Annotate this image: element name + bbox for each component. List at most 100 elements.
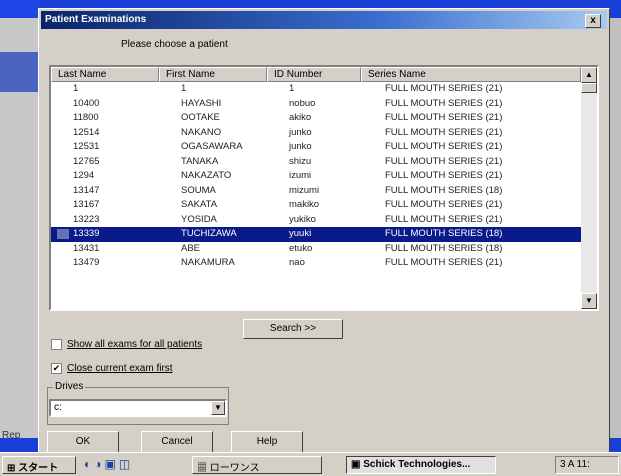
cell-first-name: TUCHIZAWA <box>181 228 237 239</box>
cell-last-name: 1 <box>73 83 79 94</box>
cell-series-name: FULL MOUTH SERIES (21) <box>385 97 503 109</box>
cell-first-name: OGASAWARA <box>181 141 243 152</box>
cell-last-name: 12765 <box>73 155 100 167</box>
show-all-checkbox-box[interactable] <box>51 339 62 350</box>
table-row[interactable]: 12514 NAKANO junko FULL MOUTH SERIES (21) <box>51 126 581 141</box>
windows-logo-icon: ⊞ <box>7 463 16 474</box>
table-row[interactable]: 11800 OOTAKE akiko FULL MOUTH SERIES (21) <box>51 111 581 126</box>
quick-launch-icons[interactable]: ◐◑▣◫ <box>84 457 133 471</box>
table-row[interactable]: 13431 ABE etuko FULL MOUTH SERIES (18) <box>51 242 581 257</box>
table-row[interactable]: 12765 TANAKA shizu FULL MOUTH SERIES (21) <box>51 155 581 170</box>
background-label: Rep <box>2 430 21 441</box>
list-rows: 1 1 1 FULL MOUTH SERIES (21) 10400 HAYASHI nob… <box>51 82 581 271</box>
search-button[interactable]: Search >> <box>243 319 343 339</box>
cell-last-name: 12531 <box>73 141 100 152</box>
cell-series-name: FULL MOUTH SERIES (21) <box>385 141 503 152</box>
table-row[interactable]: 13223 YOSIDA yukiko FULL MOUTH SERIES (21) <box>51 213 581 228</box>
scroll-down-button[interactable]: ▼ <box>581 293 597 309</box>
taskbar-item-1[interactable]: ▦ ローワンス <box>192 456 322 474</box>
taskbar-item-schick-label: Schick Technologies... <box>363 459 471 470</box>
cell-id-number: junko <box>289 141 312 152</box>
cell-last-name: 13147 <box>73 184 100 196</box>
cell-last-name: 13339 <box>73 228 100 239</box>
close-current-exam-checkbox[interactable]: ✔ Close current exam first <box>51 363 173 374</box>
taskbar: ⊞ スタート ◐◑▣◫ ▦ ローワンス ▣ Schick Technologie… <box>0 452 621 476</box>
cell-first-name: TANAKA <box>181 155 219 167</box>
start-button[interactable]: ⊞ スタート <box>2 456 76 474</box>
patient-list[interactable]: Last Name First Name ID Number Series Na… <box>49 65 599 311</box>
scroll-up-button[interactable]: ▲ <box>581 67 597 83</box>
table-row[interactable]: 10400 HAYASHI nobuo FULL MOUTH SERIES (21) <box>51 97 581 112</box>
cell-id-number: shizu <box>289 155 312 167</box>
cell-first-name: SOUMA <box>181 184 216 196</box>
cell-series-name: FULL MOUTH SERIES (21) <box>385 257 503 268</box>
cell-series-name: FULL MOUTH SERIES (21) <box>385 112 503 123</box>
cell-series-name: FULL MOUTH SERIES (21) <box>385 126 503 138</box>
column-header-first-name[interactable]: First Name <box>159 67 267 82</box>
cell-last-name: 11800 <box>73 112 99 123</box>
cell-id-number: nao <box>289 257 305 268</box>
app-icon: ▦ <box>197 463 207 474</box>
cell-id-number: yukiko <box>289 213 316 225</box>
table-row[interactable]: 13339 TUCHIZAWA yuuki FULL MOUTH SERIES (18… <box>51 227 581 242</box>
drive-select[interactable]: c: ▼ <box>49 399 227 417</box>
column-header-series-name[interactable]: Series Name <box>361 67 581 82</box>
cell-id-number: izumi <box>289 170 312 181</box>
cell-series-name: FULL MOUTH SERIES (18) <box>385 228 503 239</box>
help-button[interactable]: Help <box>231 431 303 453</box>
show-all-exams-checkbox[interactable]: Show all exams for all patients <box>51 339 202 350</box>
cell-last-name: 13223 <box>73 213 100 225</box>
cell-id-number: makiko <box>289 199 320 210</box>
list-scrollbar[interactable]: ▲ ▼ <box>581 67 597 309</box>
system-tray: 3 A 11: <box>555 456 619 474</box>
cell-series-name: FULL MOUTH SERIES (21) <box>385 83 503 94</box>
cell-id-number: 1 <box>289 83 295 94</box>
column-header-last-name[interactable]: Last Name <box>51 67 159 82</box>
cell-first-name: ABE <box>181 242 201 254</box>
cell-id-number: junko <box>289 126 312 138</box>
close-current-checkbox-box[interactable]: ✔ <box>51 363 62 374</box>
column-header-id-number[interactable]: ID Number <box>267 67 361 82</box>
cell-first-name: NAKAMURA <box>181 257 235 268</box>
dialog-titlebar[interactable]: Patient Examinations x <box>41 11 607 29</box>
table-row[interactable]: 1294 NAKAZATO izumi FULL MOUTH SERIES (21) <box>51 169 581 184</box>
cell-first-name: HAYASHI <box>181 97 222 109</box>
dialog-title: Patient Examinations <box>45 14 147 25</box>
cell-first-name: NAKAZATO <box>181 170 232 181</box>
cancel-button[interactable]: Cancel <box>141 431 213 453</box>
cell-first-name: 1 <box>181 83 187 94</box>
table-row[interactable]: 13167 SAKATA makiko FULL MOUTH SERIES (21) <box>51 198 581 213</box>
table-row[interactable]: 12531 OGASAWARA junko FULL MOUTH SERIES (21… <box>51 140 581 155</box>
cell-last-name: 1294 <box>73 170 95 181</box>
taskbar-item-schick[interactable]: ▣ Schick Technologies... <box>346 456 496 474</box>
start-label: スタート <box>18 463 59 474</box>
cell-id-number: akiko <box>289 112 312 123</box>
cell-first-name: OOTAKE <box>181 112 220 123</box>
cell-last-name: 13431 <box>73 242 100 254</box>
selection-marker <box>57 229 69 239</box>
close-button[interactable]: x <box>585 14 601 28</box>
drive-value: c: <box>54 402 62 413</box>
cell-series-name: FULL MOUTH SERIES (21) <box>385 199 503 210</box>
cell-id-number: yuuki <box>289 228 312 239</box>
table-row[interactable]: 13147 SOUMA mizumi FULL MOUTH SERIES (18) <box>51 184 581 199</box>
chevron-down-icon[interactable]: ▼ <box>211 401 225 415</box>
table-row[interactable]: 13479 NAKAMURA nao FULL MOUTH SERIES (21) <box>51 256 581 271</box>
cell-first-name: YOSIDA <box>181 213 217 225</box>
scroll-thumb[interactable] <box>581 83 597 93</box>
prompt-text: Please choose a patient <box>121 39 228 50</box>
patient-examinations-dialog: Patient Examinations x Please choose a p… <box>38 8 610 460</box>
table-row[interactable]: 1 1 1 FULL MOUTH SERIES (21) <box>51 82 581 97</box>
cell-last-name: 12514 <box>73 126 100 138</box>
cell-last-name: 13167 <box>73 199 100 210</box>
cell-id-number: etuko <box>289 242 313 254</box>
close-current-label: Close current exam first <box>67 363 173 374</box>
cell-id-number: mizumi <box>289 184 320 196</box>
taskbar-item-1-label: ローワンス <box>209 463 260 474</box>
cell-series-name: FULL MOUTH SERIES (21) <box>385 213 503 225</box>
cell-first-name: NAKANO <box>181 126 222 138</box>
cell-series-name: FULL MOUTH SERIES (18) <box>385 242 503 254</box>
ok-button[interactable]: OK <box>47 431 119 453</box>
drives-label: Drives <box>53 381 86 392</box>
cell-series-name: FULL MOUTH SERIES (21) <box>385 170 503 181</box>
